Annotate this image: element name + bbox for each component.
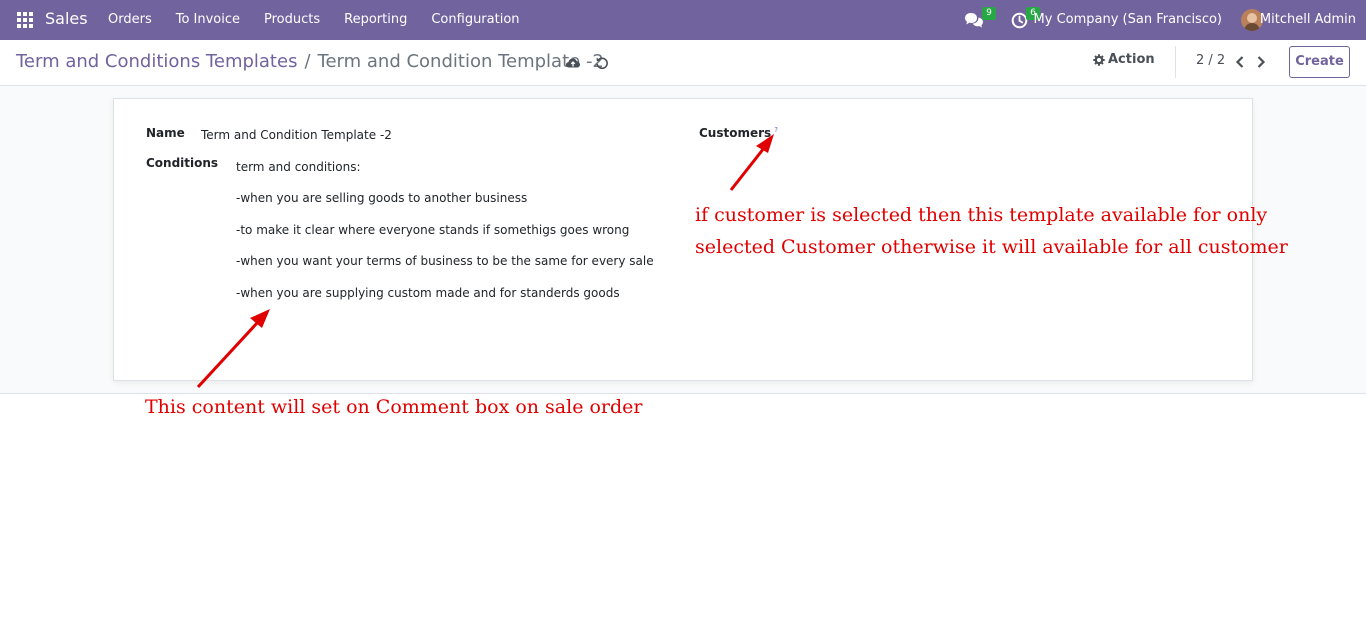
customer-annotation-line-2: selected Customer otherwise it will avai… bbox=[695, 236, 1288, 258]
discard-undo-icon[interactable] bbox=[594, 55, 610, 71]
breadcrumb-current: Term and Condition Template -2 bbox=[317, 51, 604, 72]
customers-label: Customers? bbox=[699, 126, 778, 140]
control-panel: Term and Conditions Templates / Term and… bbox=[0, 40, 1366, 86]
menu-item-products[interactable]: Products bbox=[252, 0, 332, 40]
content-annotation: This content will set on Comment box on … bbox=[145, 396, 643, 418]
save-cloud-icon[interactable] bbox=[565, 55, 581, 71]
app-brand[interactable]: Sales bbox=[45, 9, 88, 28]
menu-item-configuration[interactable]: Configuration bbox=[419, 0, 531, 40]
menu-item-reporting[interactable]: Reporting bbox=[332, 0, 419, 40]
customers-help-tooltip[interactable]: ? bbox=[774, 126, 778, 134]
customers-field[interactable] bbox=[800, 122, 1220, 146]
main-menu: Orders To Invoice Products Reporting Con… bbox=[96, 0, 532, 40]
conditions-label: Conditions bbox=[146, 156, 219, 170]
apps-menu-icon[interactable] bbox=[17, 12, 33, 28]
company-switcher[interactable]: My Company (San Francisco) bbox=[1034, 12, 1222, 27]
create-button[interactable]: Create bbox=[1289, 46, 1350, 78]
user-menu[interactable]: Mitchell Admin bbox=[1260, 12, 1356, 27]
breadcrumb: Term and Conditions Templates / Term and… bbox=[16, 51, 604, 72]
messages-icon[interactable] bbox=[964, 12, 984, 30]
action-button[interactable]: Action bbox=[1093, 52, 1155, 67]
conditions-line-2[interactable]: -when you are selling goods to another b… bbox=[236, 191, 527, 205]
control-divider bbox=[1175, 46, 1176, 78]
action-label: Action bbox=[1108, 52, 1155, 67]
messages-badge: 9 bbox=[982, 7, 996, 20]
menu-item-to-invoice[interactable]: To Invoice bbox=[164, 0, 252, 40]
customer-annotation-line-1: if customer is selected then this templa… bbox=[695, 204, 1268, 226]
customers-label-text: Customers bbox=[699, 126, 772, 140]
name-label: Name bbox=[146, 126, 185, 140]
breadcrumb-parent-link[interactable]: Term and Conditions Templates bbox=[16, 51, 297, 72]
conditions-line-1[interactable]: term and conditions: bbox=[236, 160, 360, 174]
pager-previous-icon[interactable] bbox=[1233, 54, 1247, 70]
menu-item-orders[interactable]: Orders bbox=[96, 0, 164, 40]
conditions-line-3[interactable]: -to make it clear where everyone stands … bbox=[236, 223, 629, 237]
conditions-line-4[interactable]: -when you want your terms of business to… bbox=[236, 254, 654, 268]
name-field[interactable]: Term and Condition Template -2 bbox=[201, 128, 392, 142]
pager-value[interactable]: 2 / 2 bbox=[1196, 53, 1225, 68]
gear-icon bbox=[1093, 53, 1105, 66]
pager-next-icon[interactable] bbox=[1254, 54, 1268, 70]
breadcrumb-separator: / bbox=[304, 51, 311, 72]
conditions-line-5[interactable]: -when you are supplying custom made and … bbox=[236, 286, 620, 300]
top-navbar: Sales Orders To Invoice Products Reporti… bbox=[0, 0, 1366, 40]
